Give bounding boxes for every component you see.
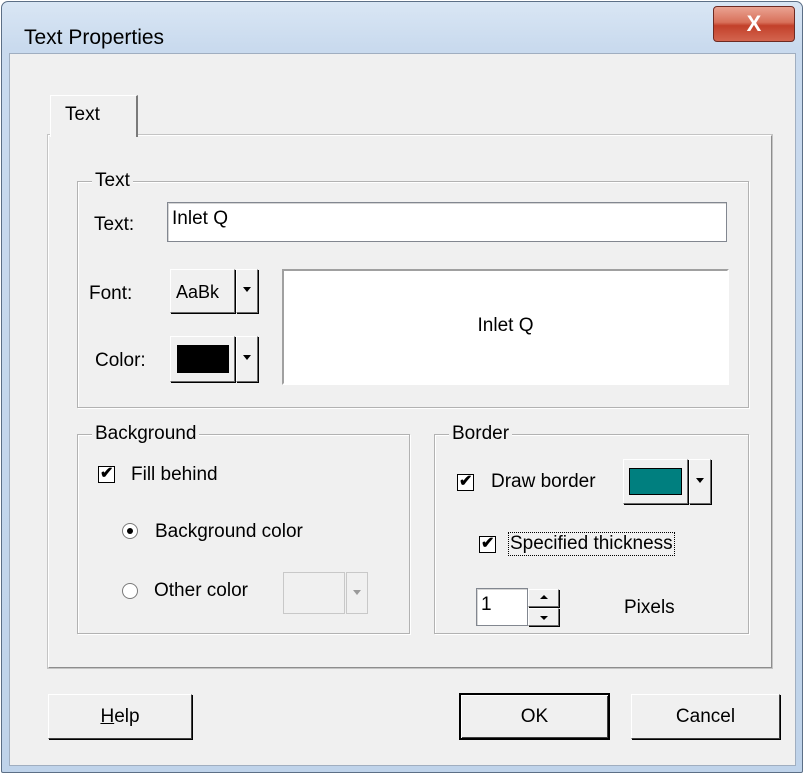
checkmark-icon: ✔ <box>100 465 114 482</box>
draw-border-label[interactable]: Draw border <box>491 471 596 493</box>
other-color-label[interactable]: Other color <box>154 580 248 602</box>
fill-behind-label[interactable]: Fill behind <box>131 464 218 486</box>
other-color-button-disabled[interactable] <box>283 572 345 614</box>
chevron-down-icon <box>243 355 251 360</box>
border-color-button[interactable] <box>623 459 688 504</box>
border-color-swatch <box>629 468 682 495</box>
thickness-spin-down[interactable] <box>528 608 559 626</box>
text-label: Text: <box>94 214 135 235</box>
close-icon: X <box>746 11 762 36</box>
pixels-label: Pixels <box>624 597 675 618</box>
text-group-legend: Text <box>92 170 133 192</box>
text-color-dropdown-button[interactable] <box>236 336 258 382</box>
help-label-rest: elp <box>114 706 140 727</box>
spin-up-icon <box>540 595 548 599</box>
specified-thickness-label[interactable]: Specified thickness <box>508 532 675 556</box>
chevron-down-icon <box>353 590 361 595</box>
fill-behind-checkbox[interactable]: ✔ <box>98 465 115 483</box>
other-color-radio[interactable] <box>122 583 138 599</box>
border-color-dropdown-button[interactable] <box>689 459 711 504</box>
text-input-value: Inlet Q <box>172 208 228 229</box>
spin-down-icon <box>540 616 548 620</box>
specified-thickness-checkbox[interactable]: ✔ <box>479 535 496 553</box>
text-color-button[interactable] <box>170 336 235 382</box>
ok-button[interactable]: OK <box>459 693 610 740</box>
text-color-swatch <box>177 345 229 373</box>
text-input[interactable]: Inlet Q <box>167 202 727 242</box>
font-label: Font: <box>89 283 133 304</box>
text-preview: Inlet Q <box>282 269 729 385</box>
chevron-down-icon <box>696 478 704 483</box>
other-color-dropdown-disabled[interactable] <box>346 572 368 614</box>
preview-text: Inlet Q <box>477 315 534 336</box>
cancel-label: Cancel <box>675 706 736 727</box>
background-color-label[interactable]: Background color <box>155 521 303 543</box>
font-dropdown-button[interactable] <box>236 269 258 313</box>
checkmark-icon: ✔ <box>459 473 473 490</box>
chevron-down-icon <box>243 287 251 292</box>
close-button[interactable]: X <box>713 6 795 42</box>
thickness-spin-up[interactable] <box>528 589 559 607</box>
font-sample: AaBk <box>176 282 220 302</box>
background-color-radio[interactable] <box>122 523 138 539</box>
window-title: Text Properties <box>24 26 165 49</box>
background-group-legend: Background <box>92 423 200 445</box>
radio-selected-dot <box>127 528 133 534</box>
thickness-input[interactable]: 1 <box>476 588 528 626</box>
draw-border-checkbox[interactable]: ✔ <box>457 473 474 491</box>
tab-label: Text <box>65 104 100 125</box>
border-group-legend: Border <box>449 423 513 445</box>
tab-text[interactable]: Text <box>50 95 138 137</box>
font-button[interactable]: AaBk <box>170 269 235 313</box>
color-label: Color: <box>95 350 146 371</box>
thickness-value: 1 <box>481 594 492 615</box>
help-mnemonic: H <box>100 706 115 727</box>
help-button[interactable]: Help <box>48 694 192 739</box>
ok-label: OK <box>520 706 549 727</box>
cancel-button[interactable]: Cancel <box>631 694 780 739</box>
checkmark-icon: ✔ <box>481 535 495 552</box>
